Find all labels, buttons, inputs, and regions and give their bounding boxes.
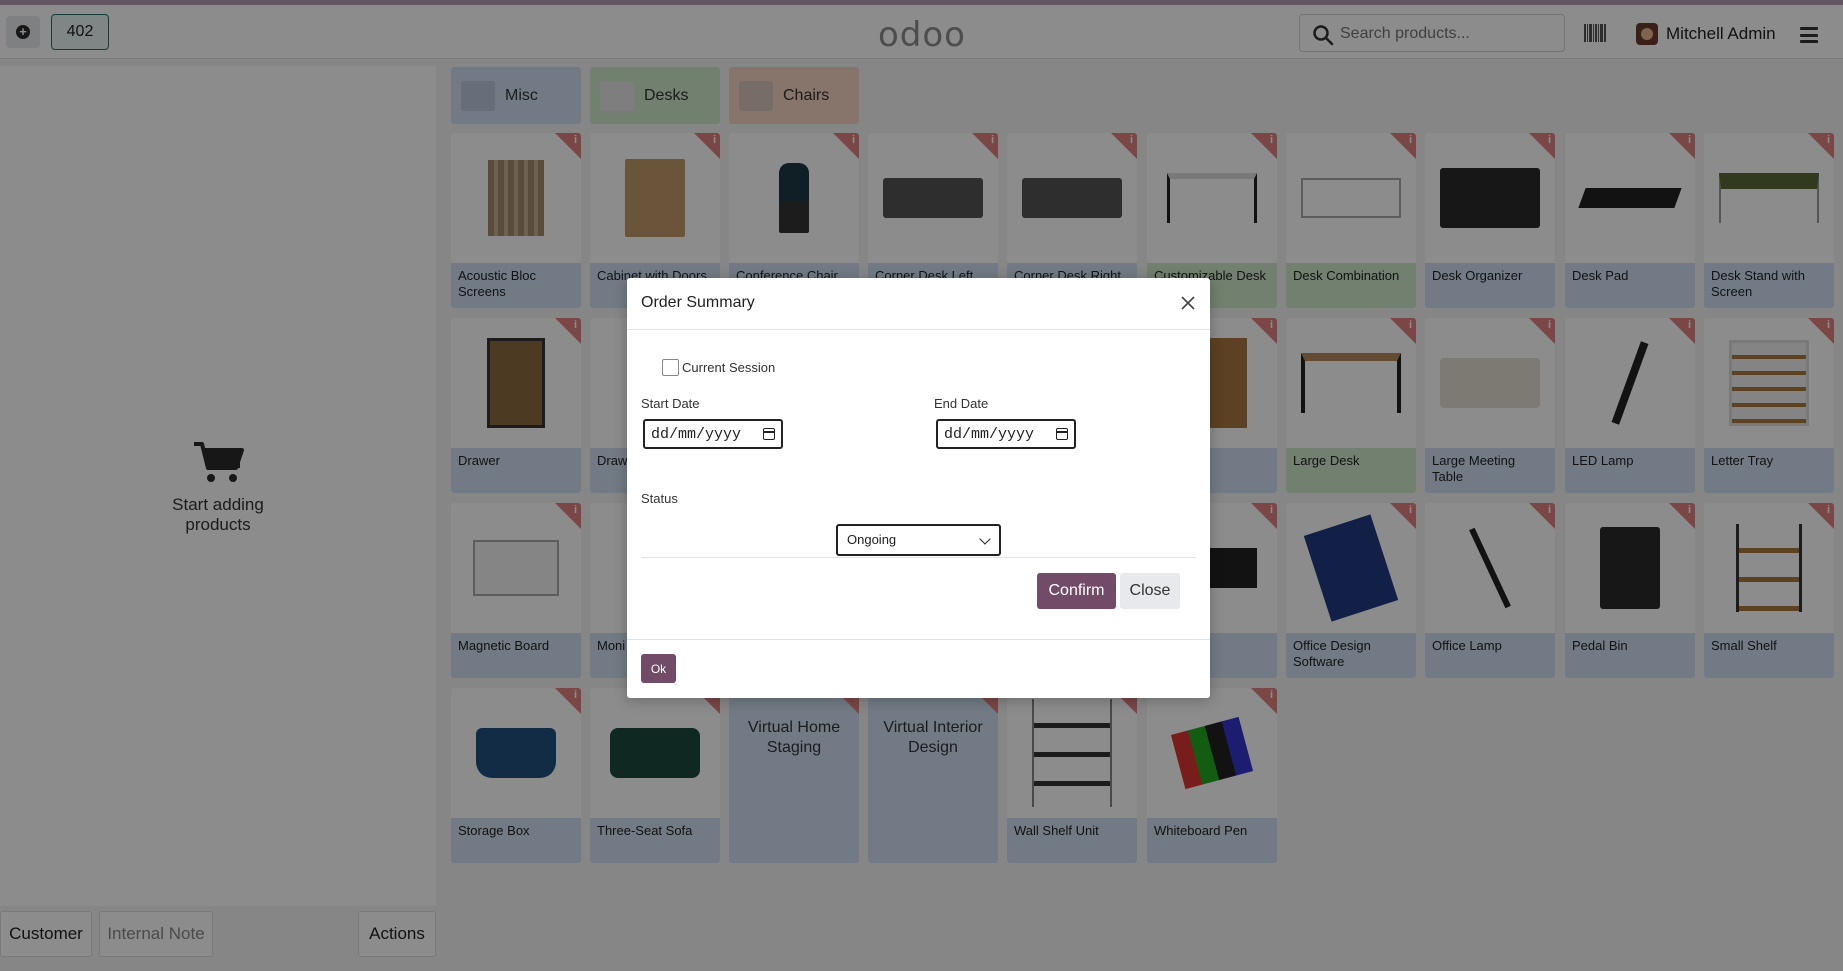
close-icon[interactable] xyxy=(1178,293,1198,313)
dialog-header: Order Summary xyxy=(627,278,1210,330)
start-date-label: Start Date xyxy=(641,396,700,411)
close-button[interactable]: Close xyxy=(1120,573,1180,609)
current-session-checkbox[interactable] xyxy=(662,359,679,376)
ok-button[interactable]: Ok xyxy=(641,654,676,683)
calendar-icon[interactable] xyxy=(1056,428,1068,440)
order-summary-dialog: Order Summary Current Session Start Date… xyxy=(627,278,1210,698)
status-value: Ongoing xyxy=(847,532,897,547)
status-label: Status xyxy=(641,491,678,506)
divider xyxy=(627,639,1210,640)
confirm-button[interactable]: Confirm xyxy=(1037,573,1116,609)
end-date-input[interactable]: dd/mm/yyyy xyxy=(936,419,1076,449)
dialog-title: Order Summary xyxy=(641,294,755,311)
current-session-label: Current Session xyxy=(682,360,776,375)
start-date-input[interactable]: dd/mm/yyyy xyxy=(643,419,783,449)
end-date-value: dd/mm/yyyy xyxy=(944,425,1035,443)
start-date-value: dd/mm/yyyy xyxy=(651,425,742,443)
calendar-icon[interactable] xyxy=(763,428,775,440)
status-select[interactable]: Ongoing xyxy=(836,524,1001,556)
current-session-row[interactable]: Current Session xyxy=(662,359,775,376)
chevron-down-icon xyxy=(979,533,991,545)
divider xyxy=(641,557,1196,558)
end-date-label: End Date xyxy=(934,396,989,411)
